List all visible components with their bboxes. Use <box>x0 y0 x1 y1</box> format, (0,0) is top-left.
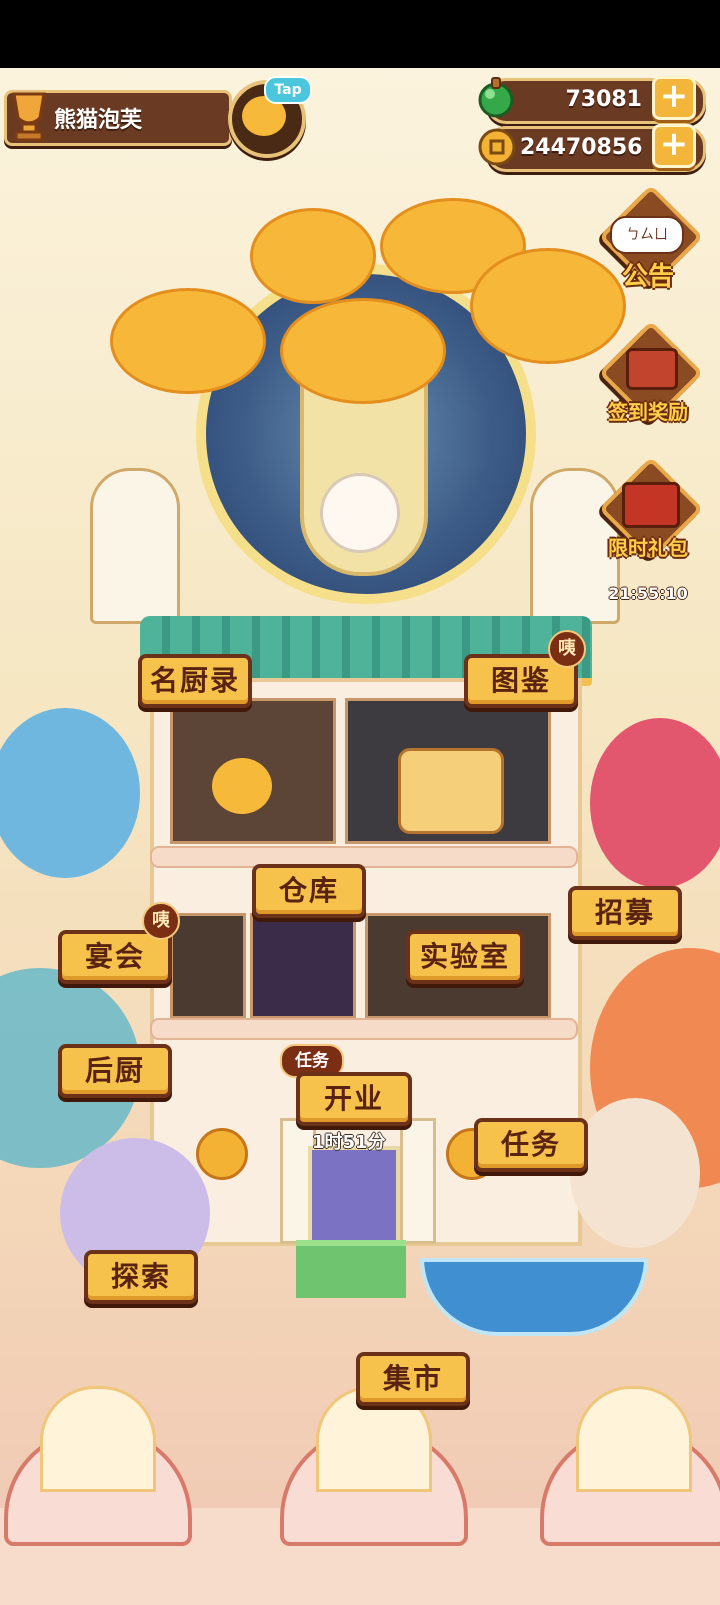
gift-countdown: 21:55:10 <box>608 584 688 603</box>
calendar-icon <box>626 348 678 390</box>
cake-display <box>398 748 504 834</box>
announcement-label: 公告 <box>621 262 674 292</box>
tower-left <box>90 468 180 624</box>
shop-door[interactable] <box>308 1146 400 1250</box>
back-kitchen-button[interactable]: 后厨 <box>58 1044 172 1098</box>
announcement-speech-icon: ㄅㄙㄩ <box>610 216 684 254</box>
player-name: 熊猫泡芙 <box>54 108 143 133</box>
coin-decor-left <box>196 1128 248 1180</box>
limited-gift-button[interactable]: 限时礼包 <box>598 456 704 562</box>
add-jade-button[interactable]: + <box>652 76 696 120</box>
room-warehouse <box>250 913 356 1019</box>
tree-crown <box>280 298 446 404</box>
gift-box-icon <box>622 482 680 528</box>
lab-button[interactable]: 实验室 <box>406 930 524 984</box>
pedestal-right-window <box>576 1386 692 1492</box>
jade-icon <box>474 76 518 120</box>
chef-records-button[interactable]: 名厨录 <box>138 654 252 708</box>
catalog-alert-badge: 咦 <box>548 630 586 668</box>
game-scene: 熊猫泡芙 Tap 73081 + 24470856 + ㄅㄙㄩ 公告 签到奖励 <box>0 68 720 1605</box>
tree-crown <box>110 288 266 394</box>
add-coin-button[interactable]: + <box>652 124 696 168</box>
coin-value: 24470856 <box>520 135 643 160</box>
ledge-2 <box>150 1018 578 1040</box>
checkin-reward-button[interactable]: 签到奖励 <box>598 320 704 426</box>
room-banquet <box>170 913 246 1019</box>
explore-button[interactable]: 探索 <box>84 1250 198 1304</box>
bun-statue <box>212 758 272 814</box>
coin-icon <box>476 126 518 168</box>
warehouse-button[interactable]: 仓库 <box>252 864 366 918</box>
front-stairs <box>296 1240 406 1298</box>
banquet-alert-badge: 咦 <box>142 902 180 940</box>
recruit-button[interactable]: 招募 <box>568 886 682 940</box>
jade-value: 73081 <box>565 87 642 112</box>
announcement-button[interactable]: ㄅㄙㄩ 公告 <box>598 184 704 292</box>
rank-trophy-icon <box>6 88 52 142</box>
status-bar <box>0 0 720 68</box>
pillar-right <box>400 1118 436 1244</box>
character-red-hair[interactable] <box>590 718 720 888</box>
water-basin <box>420 1258 648 1336</box>
tap-badge[interactable]: Tap <box>264 76 312 104</box>
tree-crown <box>250 208 376 304</box>
character-jester[interactable] <box>570 1098 700 1248</box>
spirit-bird <box>320 473 400 553</box>
market-button[interactable]: 集市 <box>356 1352 470 1406</box>
ledge-1 <box>150 846 578 868</box>
open-business-button[interactable]: 开业 <box>296 1072 412 1126</box>
pedestal-left-window <box>40 1386 156 1492</box>
tasks-button[interactable]: 任务 <box>474 1118 588 1172</box>
open-countdown: 1时51分 <box>312 1132 386 1153</box>
character-blue-hair[interactable] <box>0 708 140 878</box>
gift-label: 限时礼包 <box>608 536 688 560</box>
checkin-label: 签到奖励 <box>608 400 688 424</box>
